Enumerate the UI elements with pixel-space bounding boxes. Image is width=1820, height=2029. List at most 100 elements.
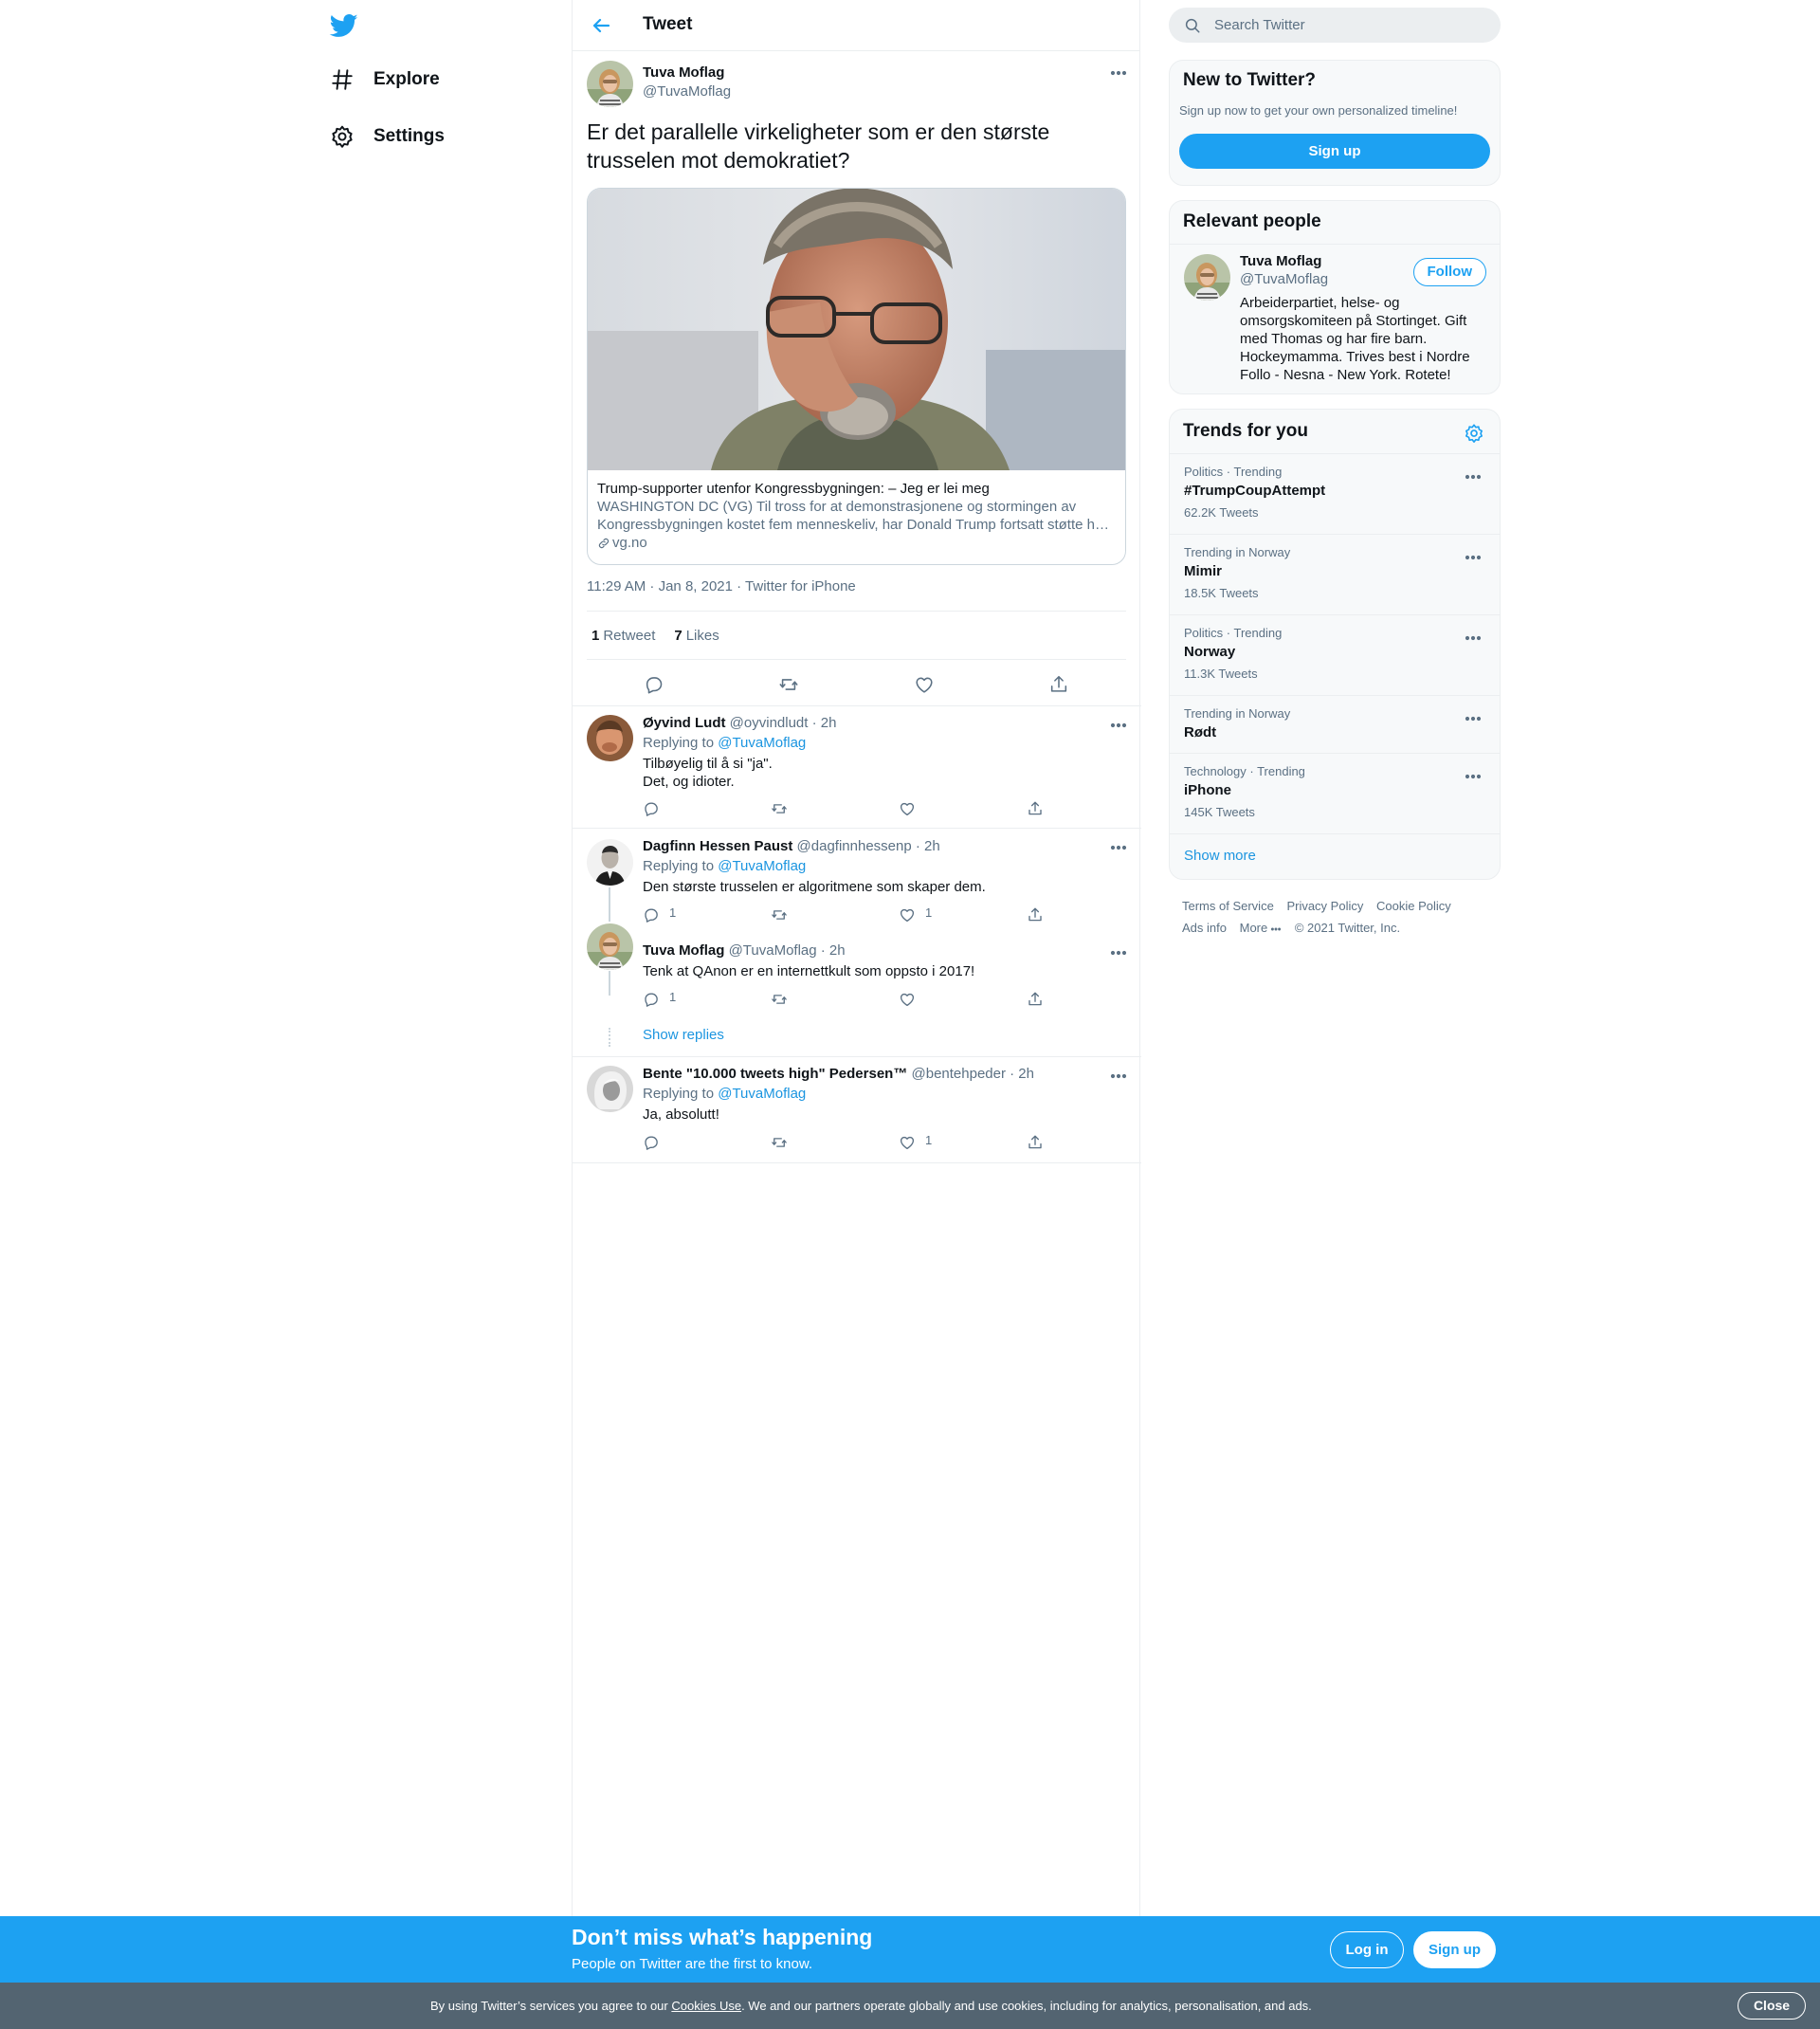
footer-more-button[interactable]: More <box>1240 921 1283 935</box>
reply-button[interactable]: 1 <box>643 905 676 923</box>
sidebar-signup-button[interactable]: Sign up <box>1179 134 1490 169</box>
more-icon[interactable] <box>1464 472 1483 482</box>
reply-button[interactable]: 1 <box>643 990 676 1008</box>
retweet-button[interactable] <box>771 906 788 923</box>
like-button[interactable]: 1 <box>899 905 933 923</box>
reply-author-name[interactable]: Bente "10.000 tweets high" Pedersen™ <box>643 1066 907 1082</box>
more-icon[interactable] <box>1464 714 1483 723</box>
reply-icon <box>645 993 658 1007</box>
footer-terms-link[interactable]: Terms of Service <box>1182 899 1274 913</box>
share-button[interactable] <box>1027 1134 1044 1151</box>
more-icon[interactable] <box>1464 553 1483 562</box>
more-icon[interactable] <box>1464 772 1483 781</box>
heart-icon[interactable] <box>914 674 935 695</box>
reply-text-line: Det, og idioter. <box>643 774 735 790</box>
gear-icon[interactable] <box>1464 423 1484 444</box>
bio-line: Follo - Nesna - New York. Rotete! <box>1240 367 1451 383</box>
sidebar-footer: Terms of Service Privacy Policy Cookie P… <box>1182 895 1495 939</box>
reply-author-name[interactable]: Dagfinn Hessen Paust <box>643 838 792 854</box>
like-button[interactable] <box>899 991 916 1008</box>
new-to-twitter-subtitle: Sign up now to get your own personalized… <box>1179 103 1458 118</box>
trend-item[interactable]: Trending in Norway Rødt <box>1170 695 1500 753</box>
like-button[interactable] <box>899 800 916 817</box>
retweet-button[interactable] <box>771 800 788 817</box>
share-button[interactable] <box>1027 800 1044 817</box>
retweets-count: 1 <box>592 627 600 644</box>
like-button[interactable]: 1 <box>899 1133 932 1151</box>
link-card[interactable]: Trump-supporter utenfor Kongressbygninge… <box>587 188 1126 565</box>
tweet-timestamp[interactable]: 11:29 AM · Jan 8, 2021 · Twitter for iPh… <box>587 578 856 594</box>
login-button[interactable]: Log in <box>1330 1931 1404 1968</box>
more-icon[interactable] <box>1109 948 1128 958</box>
nav-explore[interactable]: Explore <box>330 61 440 99</box>
tweet-author-name[interactable]: Tuva Moflag <box>643 64 724 81</box>
replying-to-link[interactable]: @TuvaMoflag <box>718 735 806 751</box>
reply-author-name[interactable]: Tuva Moflag <box>643 942 724 959</box>
like-count: 1 <box>925 905 933 920</box>
avatar[interactable] <box>587 839 633 886</box>
replying-to-link[interactable]: @TuvaMoflag <box>718 1086 806 1102</box>
card-title: Trump-supporter utenfor Kongressbygninge… <box>597 481 990 497</box>
cookie-close-button[interactable]: Close <box>1738 1992 1806 2020</box>
trend-item[interactable]: Politics · Trending Norway 11.3K Tweets <box>1170 614 1500 695</box>
reply-author-name[interactable]: Øyvind Ludt <box>643 715 726 731</box>
reply-author-handle[interactable]: @bentehpeder · 2h <box>912 1066 1035 1082</box>
trend-item[interactable]: Trending in Norway Mimir 18.5K Tweets <box>1170 534 1500 614</box>
reply-icon[interactable] <box>644 674 664 695</box>
reply-button[interactable] <box>643 800 660 817</box>
share-button[interactable] <box>1027 906 1044 923</box>
share-icon[interactable] <box>1048 674 1069 695</box>
show-replies-link[interactable]: Show replies <box>643 1027 724 1043</box>
search-input[interactable] <box>1214 8 1489 43</box>
person-name[interactable]: Tuva Moflag <box>1240 253 1321 269</box>
person-handle[interactable]: @TuvaMoflag <box>1240 271 1328 287</box>
reply-author-handle[interactable]: @oyvindludt · 2h <box>730 715 837 731</box>
replying-to-link[interactable]: @TuvaMoflag <box>718 858 806 874</box>
retweets-stat[interactable]: 1 Retweet <box>592 628 655 644</box>
replying-to: Replying to @TuvaMoflag <box>643 735 806 751</box>
avatar[interactable] <box>587 715 633 761</box>
banner-signup-button[interactable]: Sign up <box>1413 1931 1496 1968</box>
more-icon[interactable] <box>1109 68 1128 78</box>
retweet-button[interactable] <box>771 1134 788 1151</box>
trend-name: iPhone <box>1184 782 1232 798</box>
reply-button[interactable] <box>643 1134 660 1151</box>
nav-settings-label: Settings <box>373 126 445 146</box>
more-icon[interactable] <box>1109 843 1128 852</box>
more-icon[interactable] <box>1109 721 1128 730</box>
trend-item[interactable]: Technology · Trending iPhone 145K Tweets <box>1170 753 1500 833</box>
reply-tweet[interactable]: Øyvind Ludt @oyvindludt · 2h Replying to… <box>573 706 1141 828</box>
nav-settings[interactable]: Settings <box>330 118 445 155</box>
bio-line: med Thomas og har fire barn. <box>1240 331 1428 347</box>
avatar[interactable] <box>587 61 633 107</box>
share-button[interactable] <box>1027 991 1044 1008</box>
more-icon[interactable] <box>1464 633 1483 643</box>
retweet-icon[interactable] <box>778 674 799 695</box>
more-icon <box>1271 927 1282 931</box>
more-icon[interactable] <box>1109 1071 1128 1081</box>
reply-text-line: Tilbøyelig til å si "ja". <box>643 756 773 772</box>
likes-stat[interactable]: 7 Likes <box>674 628 719 644</box>
heart-icon <box>900 1136 915 1150</box>
show-more-link[interactable]: Show more <box>1170 833 1500 879</box>
avatar[interactable] <box>1184 254 1230 301</box>
avatar[interactable] <box>587 923 633 970</box>
trend-count: 145K Tweets <box>1184 805 1255 819</box>
cookies-use-link[interactable]: Cookies Use <box>671 1999 741 2013</box>
reply-author-handle[interactable]: @TuvaMoflag · 2h <box>729 942 846 959</box>
footer-cookie-link[interactable]: Cookie Policy <box>1376 899 1451 913</box>
search-box[interactable] <box>1169 8 1501 43</box>
retweet-icon <box>772 995 787 1004</box>
reply-tweet[interactable]: Bente "10.000 tweets high" Pedersen™ @be… <box>573 1057 1141 1163</box>
twitter-logo-icon[interactable] <box>329 11 359 40</box>
trend-item[interactable]: Politics · Trending #TrumpCoupAttempt 62… <box>1170 453 1500 534</box>
footer-privacy-link[interactable]: Privacy Policy <box>1286 899 1363 913</box>
trend-context: Technology · Trending <box>1184 764 1305 778</box>
follow-button[interactable]: Follow <box>1412 258 1486 286</box>
tweet-author-handle[interactable]: @TuvaMoflag <box>643 83 731 100</box>
avatar[interactable] <box>587 1066 633 1112</box>
reply-author-handle[interactable]: @dagfinnhessenp · 2h <box>797 838 940 854</box>
footer-ads-link[interactable]: Ads info <box>1182 921 1227 935</box>
retweets-label: Retweet <box>603 627 656 644</box>
retweet-button[interactable] <box>771 991 788 1008</box>
